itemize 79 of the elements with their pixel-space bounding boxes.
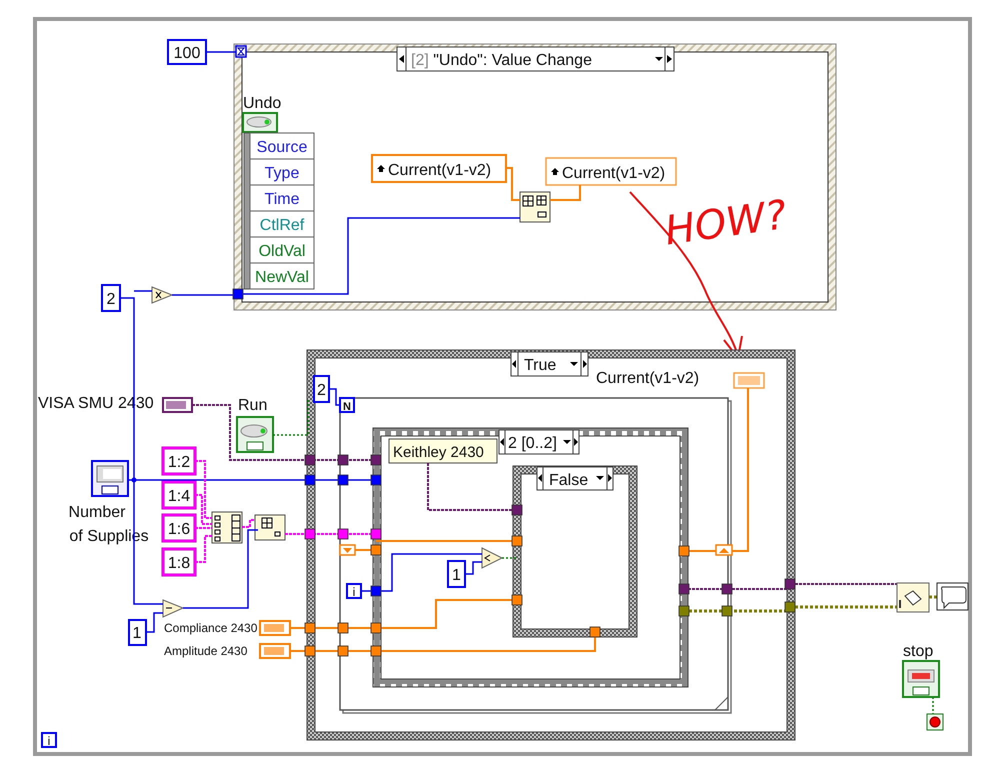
wire-tunnel bbox=[512, 594, 522, 606]
subtract-icon bbox=[162, 599, 184, 618]
control-label: Compliance 2430 bbox=[164, 621, 258, 635]
wire-tunnel bbox=[304, 646, 316, 656]
wire-tunnel bbox=[512, 504, 522, 516]
local-variable: Current(v1-v2) bbox=[545, 157, 677, 186]
iteration-terminal: i bbox=[41, 732, 57, 748]
numeric-control-icon bbox=[91, 460, 129, 497]
timeout-constant: 100 bbox=[167, 39, 207, 65]
wire-tunnel bbox=[370, 544, 382, 556]
array-function-icon bbox=[254, 514, 286, 540]
boolean-button-icon bbox=[236, 416, 274, 453]
wire-tunnel bbox=[590, 626, 600, 638]
wire-tunnel bbox=[722, 584, 732, 594]
wire-tunnel bbox=[338, 646, 348, 656]
visa-resource-icon bbox=[162, 397, 193, 413]
ring-constant: 1:2 bbox=[162, 446, 196, 476]
count-terminal: N bbox=[339, 397, 355, 413]
boolean-button-icon bbox=[242, 112, 278, 133]
array-function-icon bbox=[520, 192, 550, 222]
wire-tunnel bbox=[678, 546, 690, 556]
case-selector[interactable]: False bbox=[536, 466, 614, 490]
wire-tunnel bbox=[304, 474, 316, 486]
loop-condition-icon bbox=[926, 714, 944, 730]
wire-tunnel bbox=[338, 474, 348, 486]
wire bbox=[146, 612, 163, 633]
numeric-constant: 2 bbox=[313, 375, 330, 403]
ring-constant: 1:4 bbox=[162, 480, 196, 510]
less-than-icon bbox=[482, 547, 504, 569]
visa-close-icon bbox=[896, 582, 930, 612]
numeric-control-icon bbox=[259, 643, 291, 659]
wire-tunnel bbox=[304, 622, 316, 634]
event-selector[interactable]: [2] "Undo": Value Change bbox=[396, 46, 674, 72]
build-array-icon bbox=[212, 512, 242, 544]
wire-tunnel bbox=[304, 454, 316, 466]
indicator-label: Current(v1-v2) bbox=[596, 370, 700, 387]
control-label: stop bbox=[903, 643, 934, 660]
wire-tunnel bbox=[678, 584, 690, 594]
frame-selector[interactable]: 2 [0..2] bbox=[498, 430, 580, 454]
case-selector[interactable]: True bbox=[510, 352, 588, 376]
timeout-terminal-icon bbox=[235, 45, 247, 58]
wire-tunnel bbox=[370, 622, 382, 634]
wire-tunnel bbox=[370, 454, 382, 466]
wire-tunnel bbox=[304, 528, 316, 540]
wire-tunnel bbox=[338, 528, 348, 540]
shift-register-icon bbox=[339, 544, 356, 556]
stop-button-icon bbox=[902, 660, 940, 698]
wire-tunnel bbox=[338, 622, 348, 634]
control-label: Number bbox=[68, 504, 126, 521]
wire-tunnel bbox=[370, 474, 382, 486]
wire-tunnel bbox=[370, 586, 382, 596]
wire-tunnel bbox=[338, 454, 348, 466]
numeric-constant: 2 bbox=[101, 284, 121, 312]
wire-tunnel bbox=[512, 536, 522, 546]
wire-junction bbox=[132, 478, 136, 482]
shift-register-icon bbox=[715, 544, 733, 556]
numeric-constant: 1 bbox=[128, 619, 147, 646]
sequence-label: Keithley 2430 bbox=[388, 438, 498, 464]
ring-constant: 1:8 bbox=[162, 548, 196, 576]
numeric-indicator-icon bbox=[733, 372, 765, 389]
wire-tunnel bbox=[370, 528, 382, 540]
iteration-terminal: i bbox=[346, 583, 362, 599]
run-label: Run bbox=[238, 397, 268, 414]
wire-tunnel bbox=[370, 646, 382, 656]
wire-tunnel bbox=[722, 606, 732, 616]
wire-tunnel bbox=[232, 288, 244, 300]
error-handler-icon bbox=[936, 582, 968, 610]
control-label: Undo bbox=[243, 95, 282, 112]
control-label: Amplitude 2430 bbox=[164, 644, 248, 658]
handwritten-note: HOW? bbox=[662, 192, 790, 255]
wire-tunnel bbox=[784, 602, 796, 612]
local-variable: Current(v1-v2) bbox=[371, 154, 507, 183]
wire-tunnel bbox=[784, 578, 796, 590]
numeric-constant: 1 bbox=[447, 560, 466, 588]
numeric-control-icon bbox=[259, 620, 291, 636]
wire-tunnel bbox=[678, 606, 690, 616]
wire bbox=[206, 51, 236, 53]
multiply-icon bbox=[152, 286, 174, 304]
ring-constant: 1:6 bbox=[162, 514, 196, 542]
